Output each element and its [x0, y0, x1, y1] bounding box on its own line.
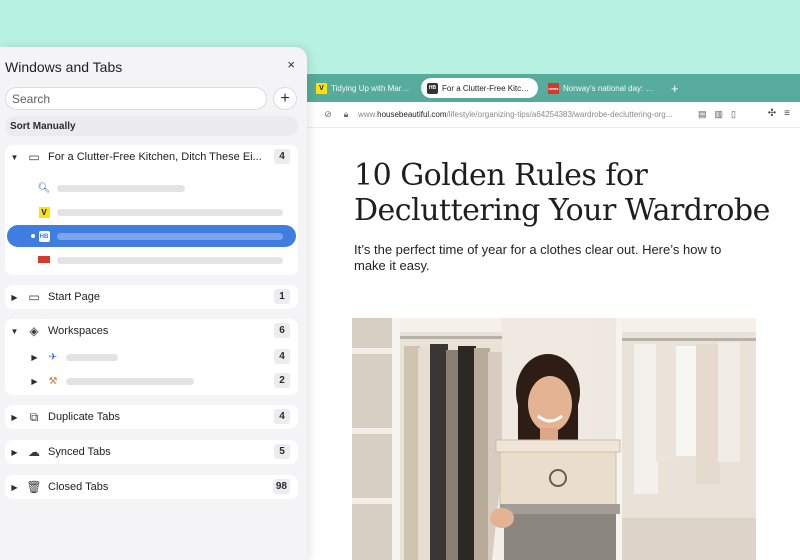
- tab-clutter-free-kitchen[interactable]: HB For a Clutter-Free Kitchen: [421, 78, 538, 98]
- caret-right-icon[interactable]: ▶: [9, 448, 20, 457]
- duplicate-icon: ⧉: [29, 409, 39, 424]
- workspaces-label: Workspaces: [48, 325, 109, 337]
- site-settings-icon[interactable]: ⊘: [322, 109, 334, 120]
- caret-down-icon[interactable]: ▼: [9, 153, 20, 162]
- search-field[interactable]: [5, 87, 267, 110]
- workspace-name-placeholder: [66, 377, 194, 385]
- tab-item-selected[interactable]: HB: [7, 225, 296, 247]
- duplicate-tabs-label: Duplicate Tabs: [48, 411, 120, 423]
- helicopter-icon: ⚒: [48, 375, 58, 387]
- search-input[interactable]: [12, 91, 262, 106]
- caret-down-icon[interactable]: ▼: [9, 327, 20, 336]
- closed-tabs-group[interactable]: ▶ 🗑︎ Closed Tabs 98: [5, 475, 298, 499]
- workspace-item[interactable]: ▶ ✈ 4: [5, 346, 298, 368]
- active-dot: [31, 234, 35, 238]
- house-beautiful-favicon-icon: HB: [427, 82, 438, 94]
- tab-tidying-up[interactable]: V Tidying Up with Marie Kondo: [310, 78, 417, 98]
- tab-title: For a Clutter-Free Kitchen: [442, 83, 532, 93]
- caret-right-icon[interactable]: ▶: [29, 377, 40, 386]
- layers-icon: ◈: [29, 324, 39, 338]
- tab-title-placeholder: [57, 184, 185, 192]
- tab-title-placeholder: [57, 232, 283, 240]
- workspaces-count: 6: [274, 323, 290, 338]
- caret-right-icon[interactable]: ▶: [9, 413, 20, 422]
- window-group: ▼ ▭ For a Clutter-Free Kitchen, Ditch Th…: [5, 145, 298, 275]
- window-row[interactable]: ▼ ▭ For a Clutter-Free Kitchen, Ditch Th…: [5, 146, 298, 168]
- duplicate-tabs-count: 4: [274, 409, 290, 424]
- tab-title: Norway's national day: 17th: [563, 83, 657, 93]
- reader-view-icon[interactable]: ▤: [698, 109, 707, 120]
- window-icon: ▭: [28, 150, 40, 164]
- start-page-count: 1: [274, 289, 290, 304]
- sort-dropdown[interactable]: Sort Manually: [5, 116, 298, 136]
- synced-tabs-count: 5: [274, 444, 290, 459]
- tab-item[interactable]: [5, 249, 298, 271]
- tab-title-placeholder: [57, 256, 283, 264]
- tab-title: Tidying Up with Marie Kondo: [331, 83, 411, 93]
- url-text[interactable]: www.housebeautiful.com/lifestyle/organiz…: [358, 110, 688, 119]
- menu-icon[interactable]: ≡: [784, 108, 790, 119]
- search-icon: 🔍︎: [37, 182, 51, 194]
- windows-and-tabs-panel: Windows and Tabs × + Sort Manually ▼ ▭ F…: [0, 47, 307, 560]
- cloud-icon: ☁: [28, 445, 40, 459]
- start-page-group[interactable]: ▶ ▭ Start Page 1: [5, 285, 298, 309]
- tab-item[interactable]: 🔍︎: [5, 177, 298, 199]
- tab-norway-national-day[interactable]: news Norway's national day: 17th: [542, 78, 663, 98]
- article-hero-image: [352, 318, 756, 560]
- trash-icon: 🗑︎: [26, 480, 42, 494]
- vulture-favicon-icon: V: [316, 82, 327, 94]
- workspace-tab-count: 4: [274, 349, 290, 364]
- airplane-icon: ✈: [48, 351, 58, 363]
- tab-title-placeholder: [57, 208, 283, 216]
- start-page-label: Start Page: [48, 291, 100, 303]
- article-dek: It’s the perfect time of year for a clot…: [354, 242, 722, 273]
- caret-right-icon[interactable]: ▶: [29, 353, 40, 362]
- bookmark-icon[interactable]: ▯: [731, 109, 736, 120]
- close-icon[interactable]: ×: [287, 57, 295, 72]
- translate-icon[interactable]: ▥: [715, 109, 724, 120]
- extensions-icon[interactable]: ✣: [768, 108, 776, 119]
- window-tab-count: 4: [274, 149, 290, 164]
- caret-right-icon[interactable]: ▶: [9, 293, 20, 302]
- tab-bar: V Tidying Up with Marie Kondo HB For a C…: [296, 74, 800, 102]
- workspace-tab-count: 2: [274, 373, 290, 388]
- closed-tabs-label: Closed Tabs: [48, 481, 109, 493]
- panel-title: Windows and Tabs: [5, 59, 123, 75]
- news-favicon-icon: [37, 255, 51, 266]
- workspaces-group: ▼ ◈ Workspaces 6 ▶ ✈ 4 ▶ ⚒ 2: [5, 319, 298, 395]
- add-window-button[interactable]: +: [273, 87, 297, 110]
- news-favicon-icon: news: [548, 82, 559, 94]
- workspace-item[interactable]: ▶ ⚒ 2: [5, 370, 298, 392]
- new-tab-button[interactable]: +: [671, 81, 679, 96]
- closed-tabs-count: 98: [272, 479, 290, 494]
- tab-item[interactable]: V: [5, 201, 298, 223]
- synced-tabs-label: Synced Tabs: [48, 446, 111, 458]
- window-icon: ▭: [28, 290, 40, 304]
- caret-right-icon[interactable]: ▶: [9, 483, 20, 492]
- address-bar[interactable]: ⊘ 🔒︎ www.housebeautiful.com/lifestyle/or…: [296, 102, 800, 128]
- vulture-favicon-icon: V: [37, 206, 51, 218]
- workspaces-row[interactable]: ▼ ◈ Workspaces 6: [5, 320, 298, 342]
- article-header: 10 Golden Rules for Decluttering Your Wa…: [354, 158, 774, 274]
- browser-window: V Tidying Up with Marie Kondo HB For a C…: [296, 74, 800, 560]
- window-label: For a Clutter-Free Kitchen, Ditch These …: [48, 151, 262, 163]
- duplicate-tabs-group[interactable]: ▶ ⧉ Duplicate Tabs 4: [5, 405, 298, 429]
- workspace-name-placeholder: [66, 353, 118, 361]
- lock-icon[interactable]: 🔒︎: [340, 109, 352, 120]
- house-beautiful-favicon-icon: HB: [37, 230, 51, 243]
- article-headline: 10 Golden Rules for Decluttering Your Wa…: [354, 158, 770, 228]
- synced-tabs-group[interactable]: ▶ ☁ Synced Tabs 5: [5, 440, 298, 464]
